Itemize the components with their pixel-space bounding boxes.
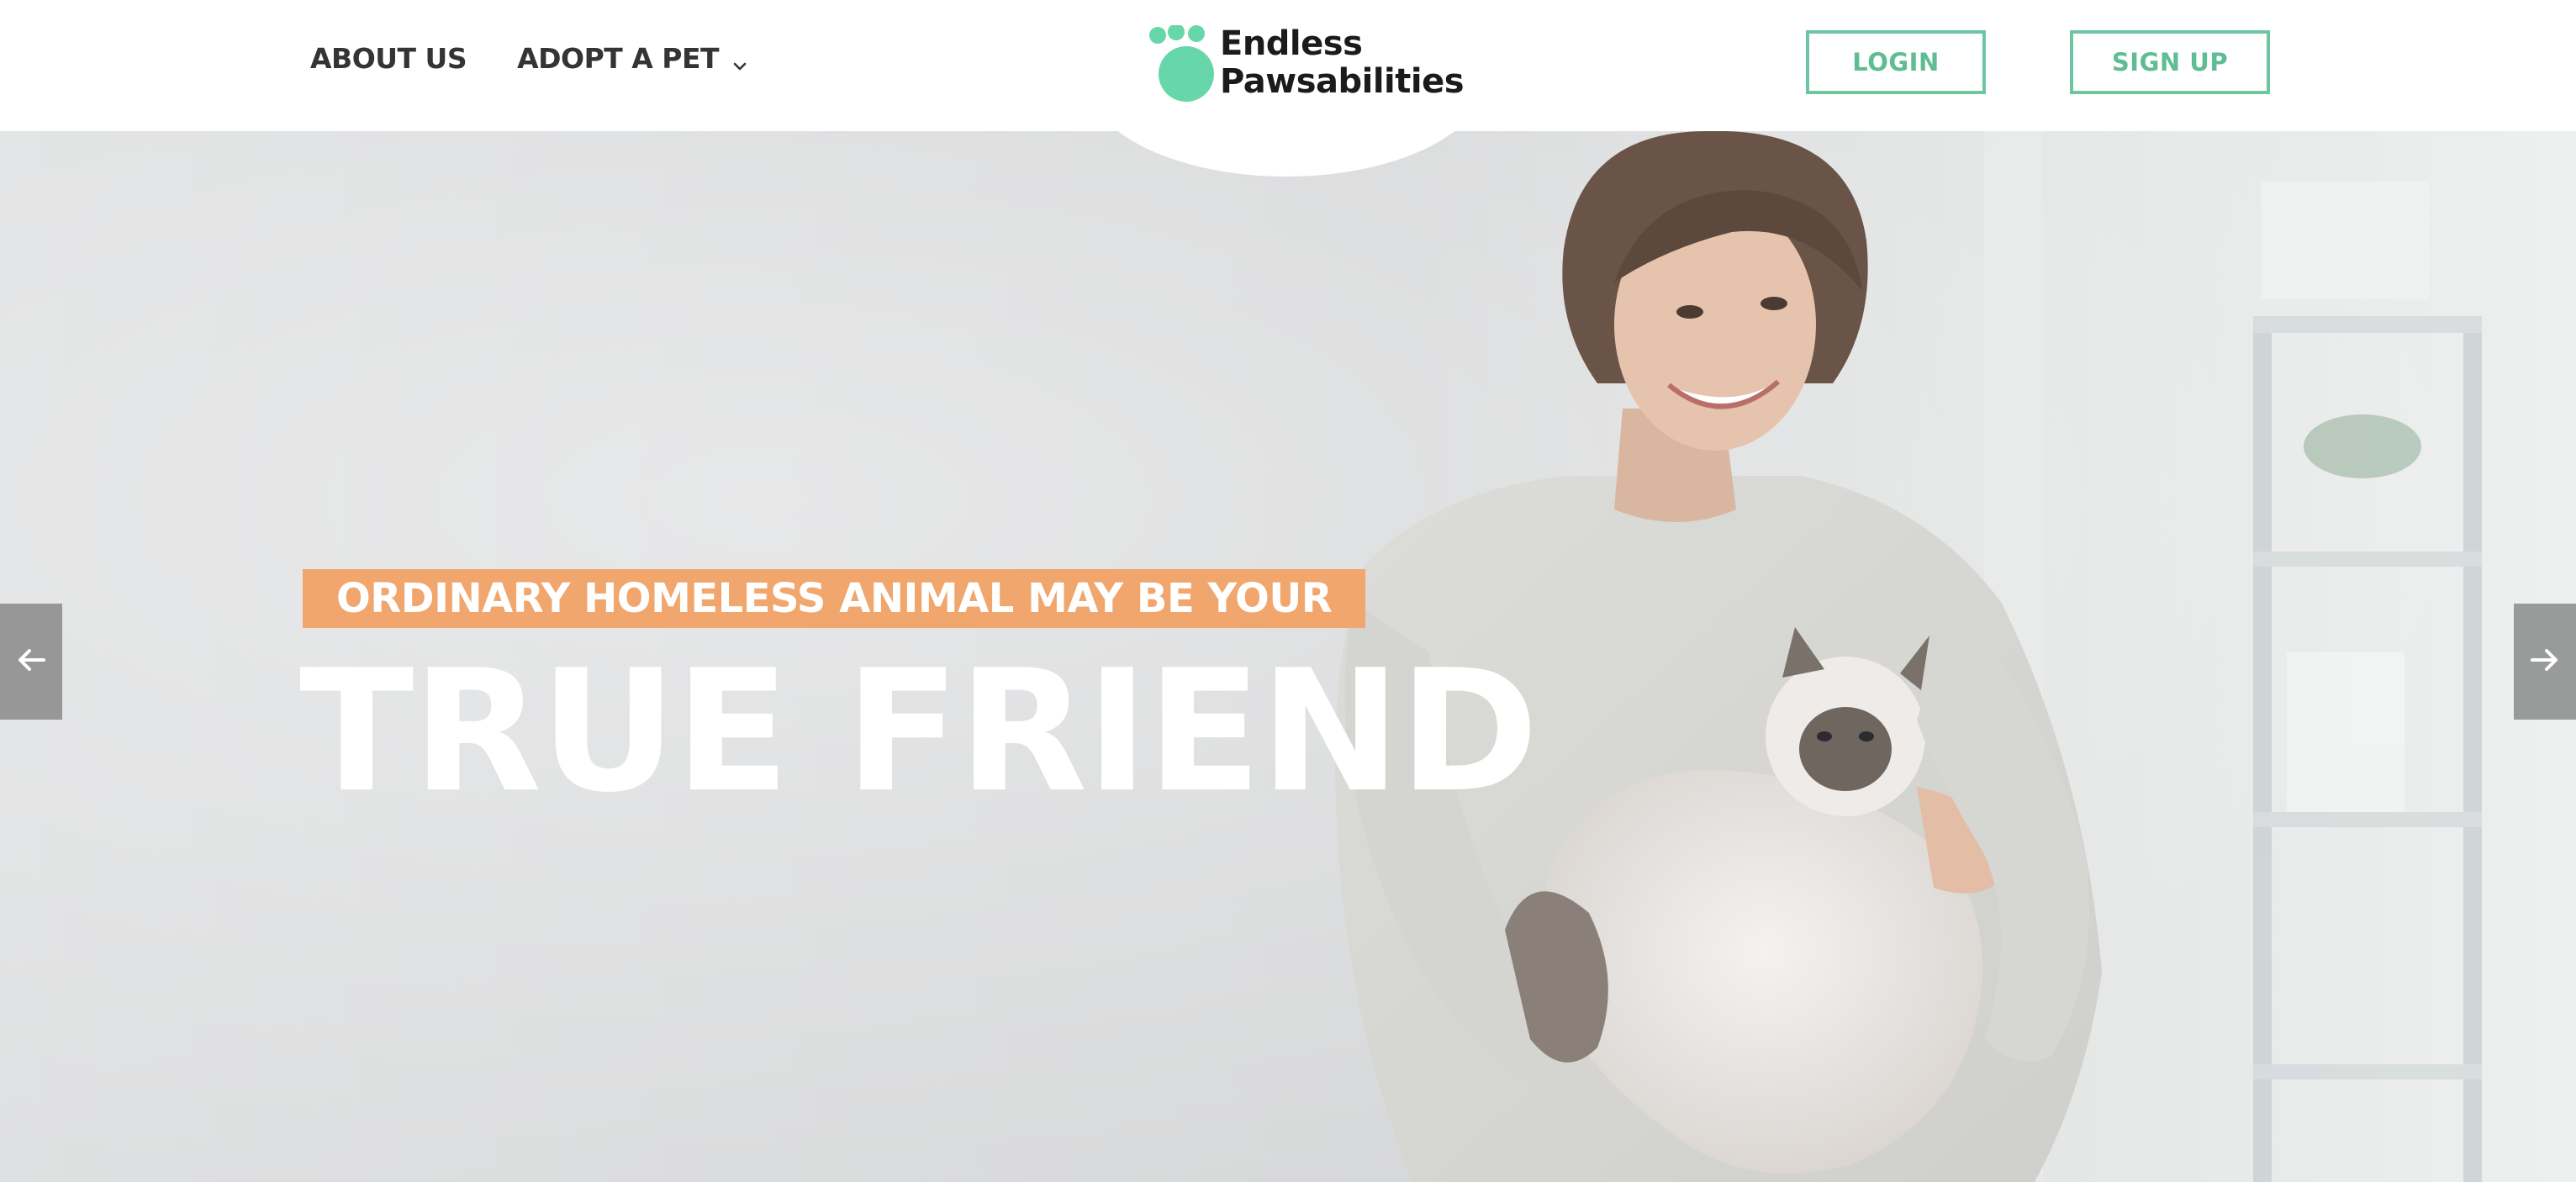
hero-headline: TRUE FRIEND	[299, 634, 1539, 830]
logo-line-2: Pawsabilities	[1220, 62, 1465, 101]
signup-button[interactable]: SIGN UP	[2070, 30, 2270, 94]
hero-tagline: ORDINARY HOMELESS ANIMAL MAY BE YOUR	[303, 569, 1366, 628]
logo-text: Endless Pawsabilities	[1220, 24, 1465, 101]
paw-icon	[1148, 24, 1215, 105]
login-button[interactable]: LOGIN	[1806, 30, 1986, 94]
nav-about-us-label: ABOUT US	[310, 42, 467, 75]
nav-about-us[interactable]: ABOUT US	[310, 42, 467, 75]
slider-prev-button[interactable]	[0, 604, 62, 720]
arrow-left-icon	[17, 647, 45, 677]
logo-line-1: Endless	[1220, 24, 1363, 63]
arrow-right-icon	[2531, 647, 2559, 677]
site-logo[interactable]: Endless Pawsabilities	[1148, 24, 1465, 105]
nav-adopt-a-pet-label: ADOPT A PET	[517, 42, 720, 75]
hero-slider: ORDINARY HOMELESS ANIMAL MAY BE YOUR TRU…	[0, 131, 2576, 1182]
slider-next-button[interactable]	[2514, 604, 2576, 720]
main-nav: ABOUT US ADOPT A PET	[310, 42, 749, 75]
nav-adopt-a-pet[interactable]: ADOPT A PET	[517, 42, 749, 75]
chevron-down-icon	[731, 50, 749, 70]
